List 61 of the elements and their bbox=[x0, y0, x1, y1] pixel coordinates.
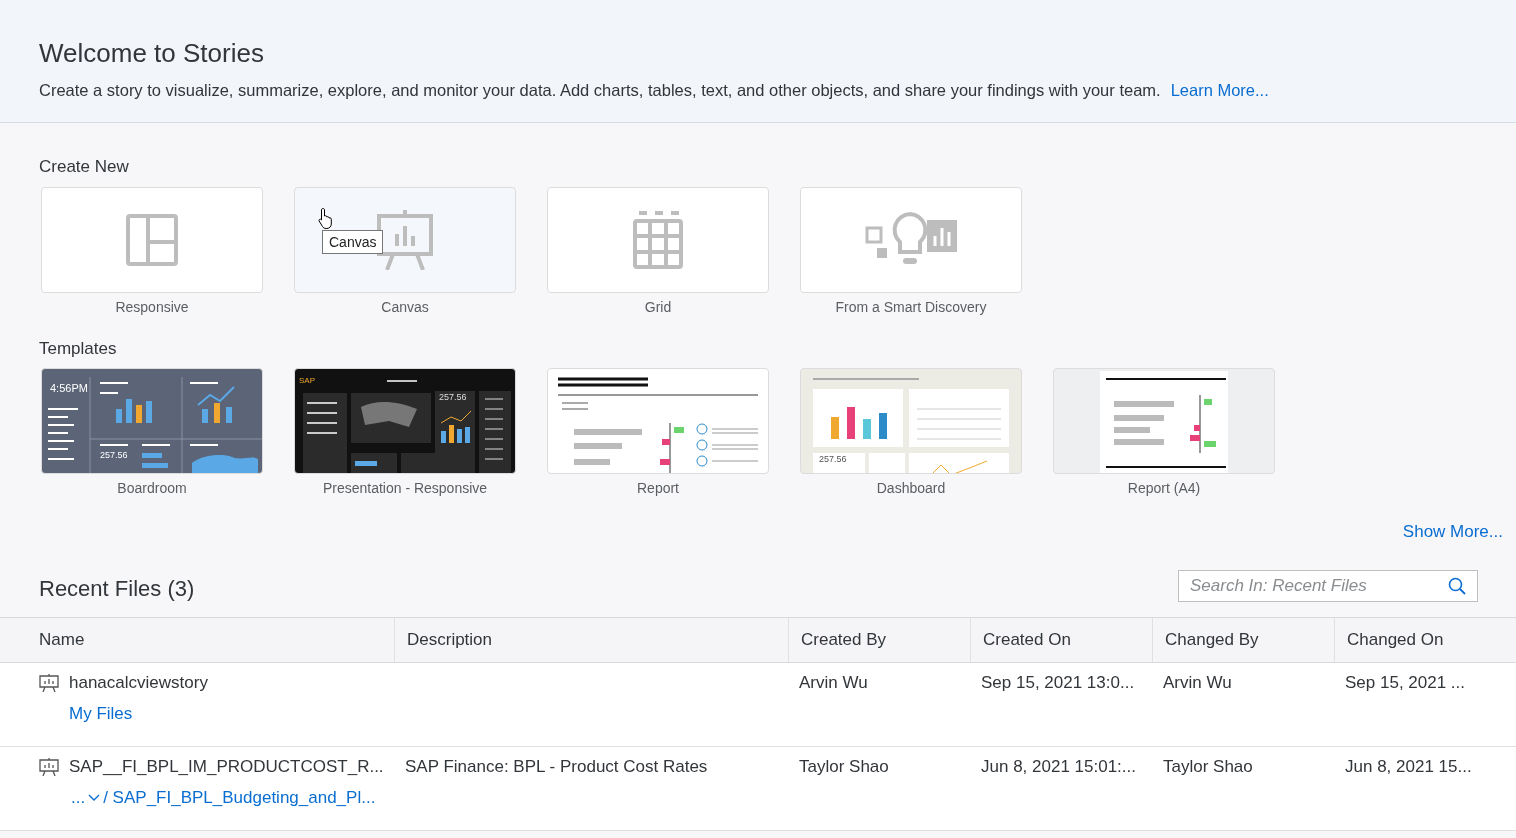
table-cell: Jun 8, 2021 15:01:... bbox=[981, 757, 1136, 776]
table-cell: Jun 8, 2021 15... bbox=[1345, 757, 1472, 776]
template-label: Dashboard bbox=[876, 480, 946, 496]
table-cell: Taylor Shao bbox=[799, 757, 889, 776]
create-story-card[interactable] bbox=[41, 187, 263, 293]
section-heading: Templates bbox=[39, 339, 118, 359]
template-thumbnail[interactable] bbox=[547, 368, 769, 474]
card-label: Grid bbox=[644, 299, 672, 315]
card-label: Canvas bbox=[381, 299, 429, 315]
template-thumbnail[interactable]: SAP 257.56 bbox=[294, 368, 516, 474]
template-label: Boardroom bbox=[117, 480, 187, 496]
table-cell: Sep 15, 2021 ... bbox=[1345, 673, 1466, 692]
lightbulb-chart-icon bbox=[865, 212, 957, 264]
section-title: Recent Files (3) bbox=[39, 576, 195, 602]
folder-link[interactable]: / SAP_FI_BPL_Budgeting_and_Pl... bbox=[103, 788, 376, 808]
column-header[interactable]: Name bbox=[0, 618, 394, 662]
easel-chart-icon bbox=[377, 210, 433, 270]
template-label: Report bbox=[637, 480, 679, 496]
column-header[interactable]: Created By bbox=[788, 618, 970, 662]
card-label: Responsive bbox=[115, 299, 189, 315]
chevron-down-icon bbox=[88, 794, 100, 801]
column-header[interactable]: Changed By bbox=[1152, 618, 1334, 662]
column-header[interactable]: Description bbox=[394, 618, 788, 662]
create-story-card[interactable] bbox=[800, 187, 1022, 293]
show-more-link[interactable]: Show More... bbox=[1402, 522, 1503, 542]
thumbnail-text: 257.56 bbox=[100, 451, 128, 460]
thumbnail-text: SAP bbox=[299, 377, 315, 385]
tooltip: Canvas bbox=[322, 230, 384, 254]
table-cell: Taylor Shao bbox=[1163, 757, 1253, 776]
template-thumbnail[interactable]: 257.56 bbox=[800, 368, 1022, 474]
card-label: From a Smart Discovery bbox=[835, 299, 987, 315]
table-cell: Sep 15, 2021 13:0... bbox=[981, 673, 1135, 692]
template-thumbnail[interactable]: 4:56PM 257.56 bbox=[41, 368, 263, 474]
column-header[interactable]: Created On bbox=[970, 618, 1152, 662]
thumbnail-text: 257.56 bbox=[439, 393, 467, 402]
thumbnail-text: 4:56PM bbox=[50, 383, 88, 394]
create-story-card[interactable] bbox=[294, 187, 516, 293]
template-thumbnail[interactable] bbox=[1053, 368, 1275, 474]
template-label: Presentation - Responsive bbox=[322, 480, 488, 496]
layout-icon bbox=[126, 214, 178, 266]
file-name[interactable]: hanacalcviewstory bbox=[69, 673, 208, 693]
learn-more-link[interactable]: Learn More... bbox=[1170, 81, 1269, 100]
search-field[interactable]: Search In: Recent Files bbox=[1178, 570, 1478, 602]
section-heading: Create New bbox=[39, 157, 130, 177]
grid-icon bbox=[633, 211, 683, 269]
description-text: Create a story to visualize, summarize, explore, and monitor your data. Add charts, tables, text, and other objects, and share your findings with your team. bbox=[39, 81, 1161, 100]
easel-chart-icon bbox=[39, 674, 59, 692]
column-header[interactable]: Changed On bbox=[1334, 618, 1516, 662]
template-label: Report (A4) bbox=[1127, 480, 1201, 496]
folder-link[interactable]: My Files bbox=[69, 704, 133, 724]
table-cell: Arvin Wu bbox=[799, 673, 868, 692]
create-story-card[interactable] bbox=[547, 187, 769, 293]
table-cell: Arvin Wu bbox=[1163, 673, 1232, 692]
thumbnail-text: 257.56 bbox=[819, 455, 847, 464]
page-title: Welcome to Stories bbox=[39, 38, 265, 69]
table-cell: SAP Finance: BPL - Product Cost Rates bbox=[405, 757, 708, 776]
file-name[interactable]: SAP__FI_BPL_IM_PRODUCTCOST_R... bbox=[69, 757, 384, 777]
search-icon bbox=[1448, 577, 1466, 595]
easel-chart-icon bbox=[39, 758, 59, 776]
path-ellipsis[interactable]: ... bbox=[71, 788, 86, 808]
hand-cursor-icon bbox=[318, 208, 332, 229]
